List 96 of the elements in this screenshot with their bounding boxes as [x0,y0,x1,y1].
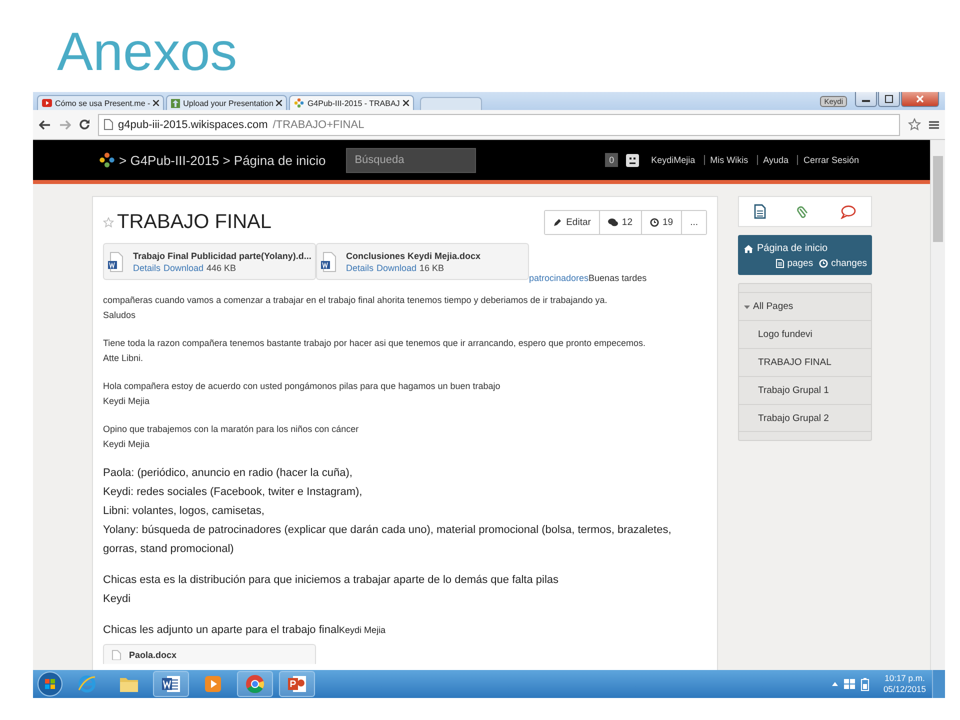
comment-line: Yolany: búsqueda de patrocinadores (explicar que darán cada uno), material promocional (bolsa, termos, brazaletes, [103,523,672,538]
clock-icon [819,259,828,268]
comment-line: Keydi [103,592,132,607]
minimize-button[interactable] [855,92,877,107]
comment-line: Keydi Mejia [103,395,151,408]
comment-line: Opino que trabajemos con la maratón para los niños con cáncer [103,423,360,436]
file-size: 446 KB [206,262,236,272]
face-icon[interactable] [626,154,640,166]
file-link[interactable]: Details [132,262,160,272]
tree-item[interactable]: Trabajo Grupal 2 [739,404,871,432]
panel-link[interactable]: changes [831,258,867,269]
star-icon[interactable] [908,118,921,131]
tree-item[interactable]: Logo fundevi [739,320,871,348]
breadcrumb[interactable]: > G4Pub-III-2015 > Página de inicio [119,152,326,168]
file-link[interactable]: Download [163,262,204,272]
menu-icon[interactable] [929,120,939,130]
speech-bubble-icon[interactable] [840,204,856,218]
caret-icon[interactable] [744,304,750,310]
comment-line: Atte Libni. [103,352,144,365]
address-field[interactable]: g4pub-iii-2015.wikispaces.com /TRABAJO+FINAL [98,114,900,136]
panel-link[interactable]: pages [787,258,814,269]
comment-line: Keydi Mejia [103,438,151,451]
page-icon [104,119,113,130]
comment-line: Tiene toda la razon compañera tenemos bastante trabajo por hacer asi que tenemos que ir arrancando, espero que pronto empecemos. [103,337,646,350]
browser-tab[interactable]: Cómo se usa Present.me - [37,95,164,110]
chrome-icon [245,674,265,694]
maximize-icon [885,95,893,103]
play-icon [204,675,222,693]
browser-tab[interactable]: G4Pub-III-2015 - TRABAJ [289,95,414,110]
flag-icon[interactable] [844,679,856,689]
word-document-icon [108,252,123,272]
file-link[interactable]: Details [346,262,374,272]
comment-line: Saludos [103,309,137,322]
search-field[interactable]: Búsqueda [346,148,476,172]
home-icon [744,244,753,252]
header-link[interactable]: Ayuda [757,155,794,165]
tree-item[interactable]: TRABAJO FINAL [739,348,871,376]
comment-line: Keydi: redes sociales (Facebook, twiter e Instagram), [103,485,364,500]
upload-icon [171,98,180,108]
comment-line: Chicas les adjunto un aparte para el trabajo finalKeydi Mejia [103,623,387,638]
slide-title: Anexos [56,21,238,84]
battery-icon[interactable] [861,678,870,690]
pencil-icon [553,218,562,226]
pinwheel-icon [294,98,304,108]
close-icon[interactable] [402,100,409,106]
powerpoint-icon [287,674,307,694]
file-link[interactable]: Download [376,262,417,272]
comment-line: Libni: volantes, logos, camisetas, [103,504,266,519]
maximize-button[interactable] [878,92,900,107]
close-icon[interactable] [153,100,160,106]
tree-item[interactable]: Trabajo Grupal 1 [739,376,871,404]
comment-line: gorras, stand promocional) [103,542,235,557]
comment-line: Hola compañera estoy de acuerdo con usted pongámonos pilas para que hagamos un buen trabajo [103,380,502,393]
header-link[interactable]: KeydiMejia [643,155,700,165]
close-button[interactable] [901,92,939,107]
taskbar-app[interactable] [153,671,189,697]
taskbar-app[interactable] [279,671,315,697]
pinwheel-icon[interactable] [99,152,115,168]
comment-line: Buenas tardes [588,273,647,283]
video-icon [42,99,52,107]
home-link[interactable]: Página de inicio [757,243,828,254]
close-icon[interactable] [276,100,282,106]
word-document-icon [321,252,336,272]
clock-icon [650,218,658,226]
header-link[interactable]: Mis Wikis [704,155,754,165]
comment-line: compañeras cuando vamos a comenzar a trabajar en el trabajo final ahorita tenemos tiempo y deberiamos de ir trabajando ya. [103,294,608,307]
document-icon[interactable] [754,204,766,219]
paperclip-icon[interactable] [796,204,809,219]
file-name[interactable]: Paola.docx [129,650,177,660]
file-size: 16 KB [420,262,444,272]
back-icon[interactable] [39,120,51,130]
reload-icon[interactable] [79,119,90,130]
clock-date[interactable]: 05/12/2015 [883,684,926,695]
page-icon [776,259,784,268]
taskbar-app[interactable] [237,671,273,697]
more-button[interactable]: ... [681,210,706,234]
scrollbar[interactable] [930,140,945,670]
chat-icon [608,218,618,226]
folder-icon [119,675,139,693]
comment-line: Paola: (periódico, anuncio en radio (hacer la cuña), [103,466,354,481]
tray-arrow-icon[interactable] [832,682,838,686]
file-name[interactable]: Conclusiones Keydi Mejia.docx [346,250,481,260]
header-link[interactable]: Cerrar Sesión [797,155,864,165]
letter-e-icon [77,674,97,694]
page-title: TRABAJO FINAL [117,210,272,234]
close-icon [916,95,924,103]
tree-item[interactable]: All Pages [739,292,871,320]
document-icon [112,650,121,660]
file-name[interactable]: Trabajo Final Publicidad parte(Yolany).d... [132,250,311,260]
star-icon[interactable] [103,216,114,228]
notification-count[interactable]: 0 [605,153,618,167]
word-icon [161,674,181,694]
browser-tab[interactable]: Upload your Presentation [166,95,288,110]
start-button[interactable] [37,671,63,697]
comment-line: Chicas esta es la distribución para que iniciemos a trabajar aparte de lo demás que falta pilas [103,573,560,588]
text-link[interactable]: patrocinadores [529,273,589,283]
